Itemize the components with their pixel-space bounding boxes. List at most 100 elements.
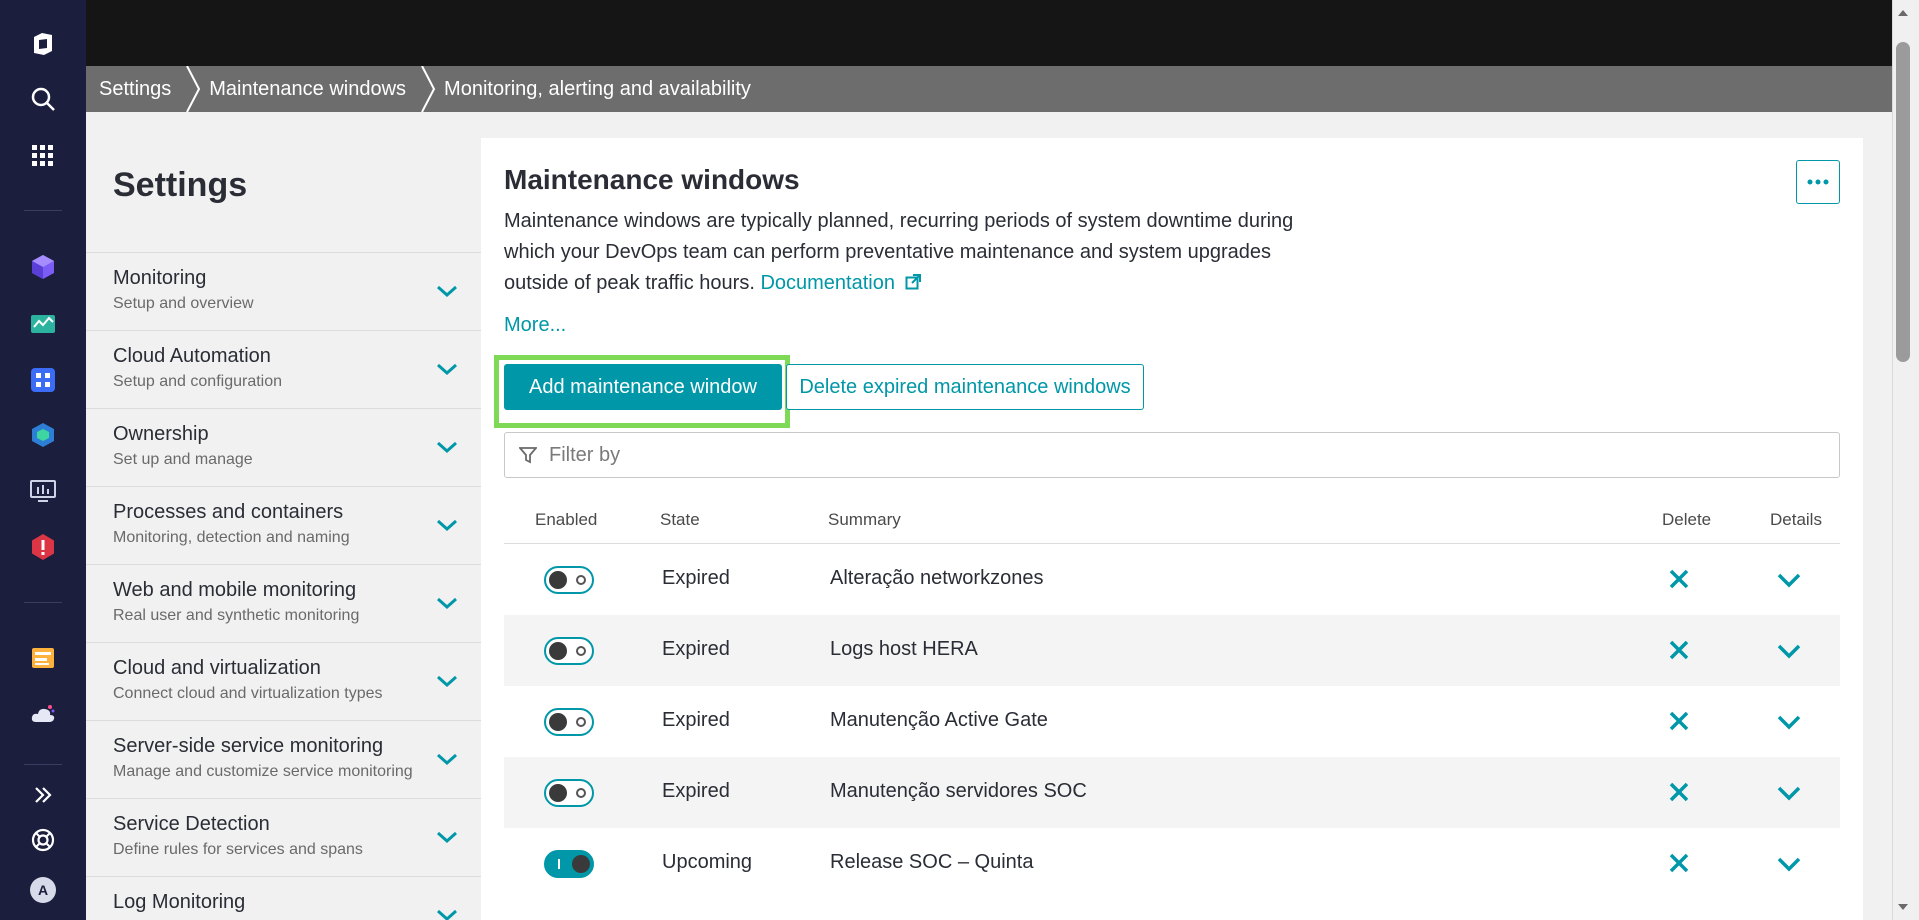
sidebar-item-subtitle: Connect cloud and virtualization types [113,685,383,702]
filter-icon [519,447,537,464]
chevron-down-icon[interactable] [435,669,459,693]
filter-placeholder: Filter by [549,443,621,466]
maintenance-table: Expired Alteração networkzones Expired L… [504,544,1840,899]
documentation-link-label: Documentation [760,272,895,294]
maintenance-windows-panel: Maintenance windows Maintenance windows … [481,138,1863,920]
enabled-toggle[interactable] [544,708,594,736]
breadcrumb-settings[interactable]: Settings [86,66,185,112]
user-avatar[interactable]: A [27,874,59,906]
delete-expired-button[interactable]: Delete expired maintenance windows [786,364,1144,410]
monitor-app-icon[interactable] [27,475,59,507]
row-state: Expired [662,709,730,731]
toggle-knob [572,855,590,873]
enabled-toggle[interactable] [544,637,594,665]
sidebar-item-subtitle: Manage and customize service monitoring [113,763,413,780]
app-rail: A [0,0,86,920]
table-row: Expired Logs host HERA [504,615,1840,686]
delete-icon[interactable] [1666,708,1692,734]
toggle-on-indicator [558,859,560,869]
sidebar-item-title: Monitoring [113,267,207,289]
column-delete: Delete [1662,510,1712,529]
toggle-knob [549,642,567,660]
rail-divider [24,602,62,603]
search-icon[interactable] [27,83,59,115]
delete-icon[interactable] [1666,779,1692,805]
hexagon-app-icon[interactable] [27,419,59,451]
breadcrumb-separator-icon [186,66,201,112]
breadcrumb-maintenance-windows[interactable]: Maintenance windows [201,66,420,112]
sidebar-item-cloud-virtualization[interactable]: Cloud and virtualization Connect cloud a… [86,642,481,720]
enabled-toggle[interactable] [544,850,594,878]
toggle-off-indicator [576,717,586,727]
table-row: Upcoming Release SOC – Quinta [504,828,1840,899]
help-icon[interactable] [27,824,59,856]
enabled-toggle[interactable] [544,566,594,594]
sidebar-item-server-side[interactable]: Server-side service monitoring Manage an… [86,720,481,798]
sidebar-item-title: Ownership [113,423,209,445]
sidebar-item-subtitle: Setup and configuration [113,373,283,390]
row-state: Expired [662,780,730,802]
column-summary[interactable]: Summary [828,510,901,530]
chevron-down-icon[interactable] [435,747,459,771]
delete-icon[interactable] [1666,637,1692,663]
chevron-down-icon[interactable] [435,435,459,459]
dashboard-app-icon[interactable] [27,307,59,339]
chevron-down-icon[interactable] [1776,852,1802,876]
delete-icon[interactable] [1666,850,1692,876]
rail-divider [24,764,62,765]
sidebar-item-service-detection[interactable]: Service Detection Define rules for servi… [86,798,481,876]
expand-icon[interactable] [27,779,59,811]
rail-divider [24,210,62,211]
row-state: Expired [662,638,730,660]
sidebar-item-monitoring[interactable]: Monitoring Setup and overview [86,252,481,330]
scrollbar-thumb[interactable] [1896,42,1910,362]
delete-icon[interactable] [1666,566,1692,592]
sidebar-item-cloud-automation[interactable]: Cloud Automation Setup and configuration [86,330,481,408]
apps-grid-icon[interactable] [27,140,59,172]
sidebar-item-web-mobile[interactable]: Web and mobile monitoring Real user and … [86,564,481,642]
breadcrumb: Settings Maintenance windows Monitoring,… [86,66,1892,112]
add-maintenance-window-button[interactable]: Add maintenance window [504,364,782,410]
chevron-down-icon[interactable] [435,591,459,615]
filter-input[interactable]: Filter by [504,432,1840,478]
chevron-down-icon[interactable] [435,825,459,849]
chevron-down-icon[interactable] [435,513,459,537]
chevron-down-icon[interactable] [1776,781,1802,805]
sidebar-item-log-monitoring[interactable]: Log Monitoring [86,876,481,920]
scroll-down-icon[interactable] [1896,900,1910,914]
alert-app-icon[interactable] [27,531,59,563]
cloud-app-icon[interactable] [27,698,59,730]
row-summary: Alteração networkzones [830,567,1044,589]
chevron-down-icon[interactable] [435,903,459,920]
toggle-off-indicator [576,646,586,656]
sidebar-item-ownership[interactable]: Ownership Set up and manage [86,408,481,486]
cube-app-icon[interactable] [27,251,59,283]
scroll-up-icon[interactable] [1896,6,1910,20]
chevron-down-icon[interactable] [435,279,459,303]
column-state[interactable]: State [660,510,700,530]
row-summary: Manutenção Active Gate [830,709,1048,731]
services-app-icon[interactable] [27,364,59,396]
breadcrumb-separator-icon [421,66,436,112]
dynatrace-logo-icon[interactable] [27,28,59,60]
sidebar-item-title: Web and mobile monitoring [113,579,357,601]
enabled-toggle[interactable] [544,779,594,807]
table-header: Enabled State Summary Delete Details [504,494,1840,544]
notebook-app-icon[interactable] [27,642,59,674]
column-enabled[interactable]: Enabled [535,510,597,530]
documentation-link[interactable]: Documentation [760,272,921,294]
sidebar-item-processes-containers[interactable]: Processes and containers Monitoring, det… [86,486,481,564]
table-row: Expired Manutenção Active Gate [504,686,1840,757]
chevron-down-icon[interactable] [1776,639,1802,663]
column-details: Details [1770,510,1822,529]
row-summary: Manutenção servidores SOC [830,780,1087,802]
chevron-down-icon[interactable] [1776,568,1802,592]
chevron-down-icon[interactable] [435,357,459,381]
toggle-knob [549,784,567,802]
external-link-icon [905,274,921,290]
toggle-knob [549,713,567,731]
chevron-down-icon[interactable] [1776,710,1802,734]
more-actions-button[interactable] [1796,160,1840,204]
sidebar-item-title: Processes and containers [113,501,344,523]
more-link[interactable]: More... [504,314,566,337]
